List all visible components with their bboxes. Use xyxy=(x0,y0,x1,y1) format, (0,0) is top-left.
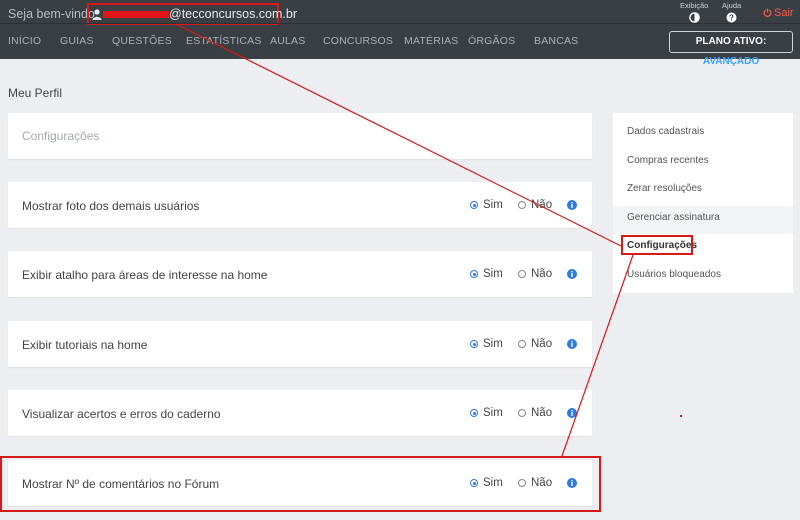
annotation-line-email-to-config xyxy=(175,23,624,248)
annotation-lines xyxy=(175,23,634,457)
annotation-line-config-to-row xyxy=(561,254,634,457)
